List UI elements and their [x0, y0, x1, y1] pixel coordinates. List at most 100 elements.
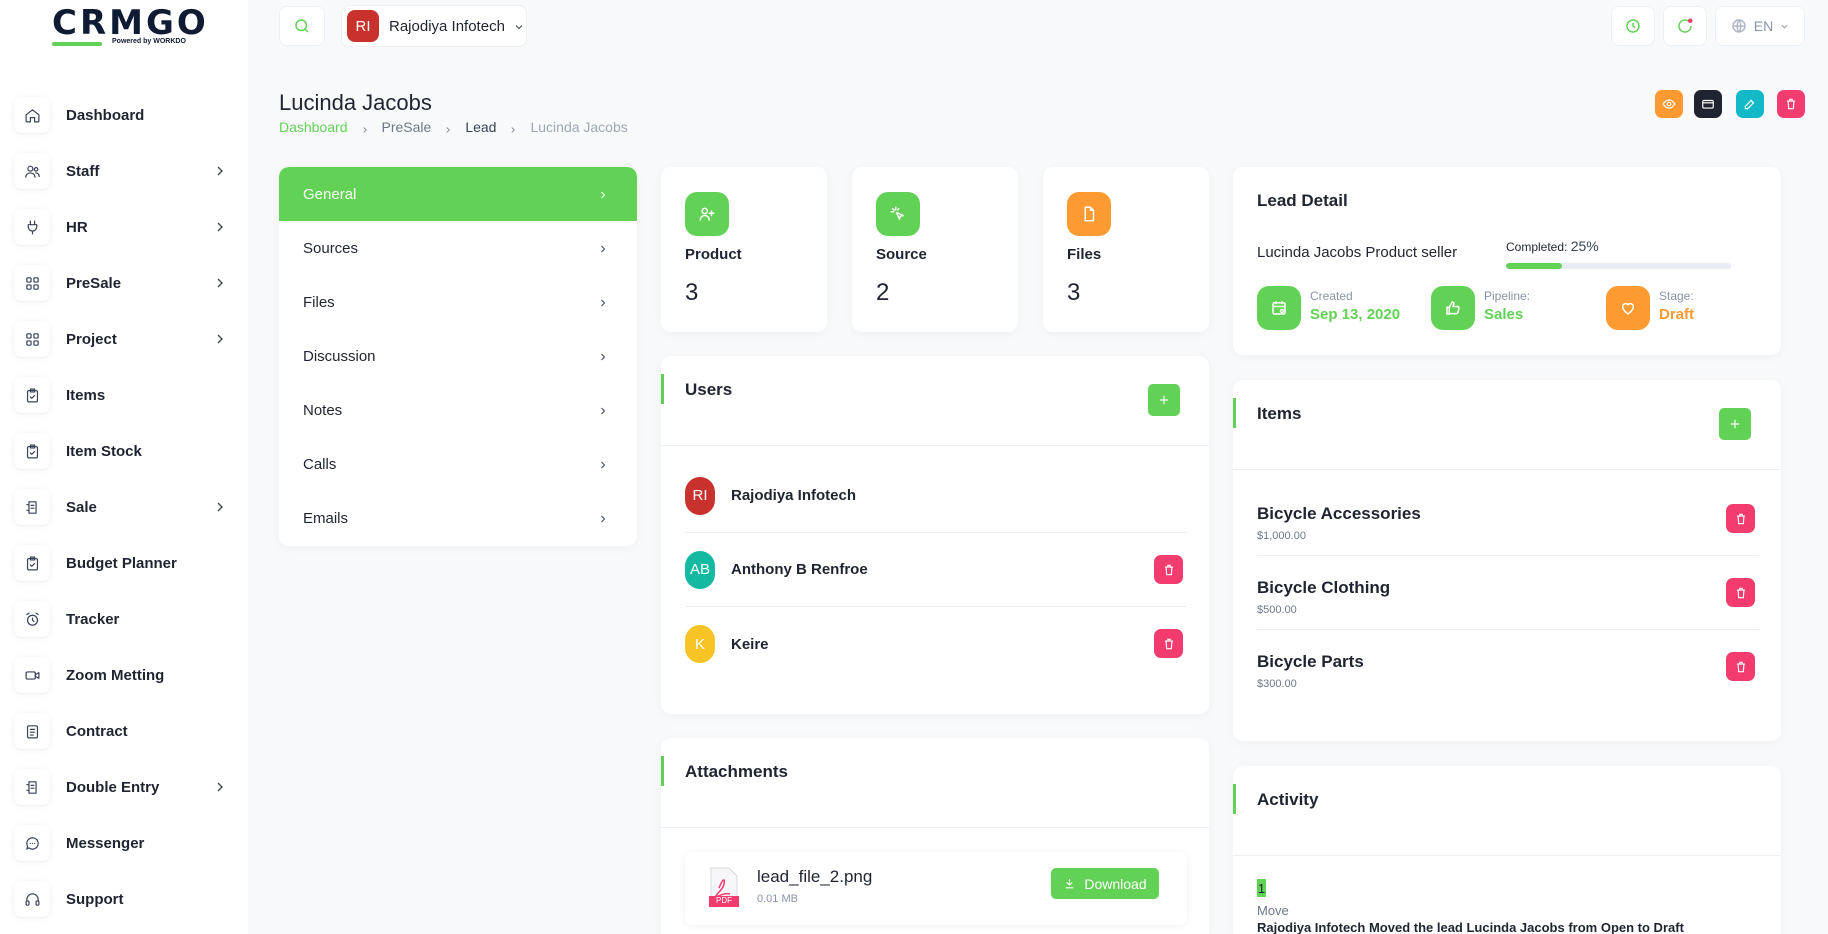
- add-user-button[interactable]: [1148, 384, 1180, 416]
- tab-calls[interactable]: Calls: [279, 437, 637, 491]
- headset-icon: [14, 881, 50, 917]
- sidebar-item-item-stock[interactable]: Item Stock: [14, 423, 234, 479]
- grid-icon: [14, 321, 50, 357]
- stat-card-files: Files 3: [1043, 167, 1209, 332]
- brand-logo[interactable]: CRMGO Powered by WORKDO: [52, 3, 209, 50]
- sidebar-item-double-entry[interactable]: Double Entry: [14, 759, 234, 815]
- sidebar-item-contract[interactable]: Contract: [14, 703, 234, 759]
- breadcrumb: Dashboard PreSale Lead Lucinda Jacobs: [279, 119, 628, 135]
- breadcrumb-current: Lucinda Jacobs: [530, 119, 628, 135]
- lead-description: Lucinda Jacobs Product seller: [1257, 244, 1458, 261]
- eye-icon: [1662, 99, 1676, 109]
- timer-button[interactable]: [1611, 6, 1655, 46]
- chevron-right-icon: [212, 779, 228, 795]
- messages-button[interactable]: [1663, 6, 1707, 46]
- user-row: RI Rajodiya Infotech: [685, 459, 1187, 533]
- file-icon: [1067, 192, 1111, 236]
- delete-user-button[interactable]: [1154, 629, 1183, 658]
- download-icon: [1066, 879, 1074, 889]
- workspace-avatar: RI: [347, 10, 379, 42]
- plug-icon: [14, 209, 50, 245]
- activity-card: Activity 1 Move Rajodiya Infotech Moved …: [1233, 766, 1781, 934]
- delete-button[interactable]: [1777, 90, 1805, 118]
- home-icon: [14, 97, 50, 133]
- avatar: AB: [685, 550, 715, 589]
- chevron-right-icon: [212, 331, 228, 347]
- chevron-down-icon: [1781, 24, 1788, 29]
- tab-sources[interactable]: Sources: [279, 221, 637, 275]
- download-button[interactable]: Download: [1051, 868, 1159, 899]
- tab-general[interactable]: General: [279, 167, 637, 221]
- sidebar-item-label: Project: [66, 330, 117, 348]
- delete-item-button[interactable]: [1726, 578, 1755, 607]
- delete-user-button[interactable]: [1154, 555, 1183, 584]
- pdf-badge-label: PDF: [716, 896, 732, 905]
- delete-item-button[interactable]: [1726, 652, 1755, 681]
- receipt-icon: [14, 489, 50, 525]
- tab-discussion[interactable]: Discussion: [279, 329, 637, 383]
- calendar-icon: [1257, 286, 1301, 330]
- trash-icon: [1164, 638, 1173, 649]
- sidebar-item-label: Sale: [66, 498, 97, 516]
- chat-icon: [14, 825, 50, 861]
- chevron-right-icon: [597, 350, 609, 362]
- chevron-right-icon: [360, 122, 370, 133]
- sidebar-item-items[interactable]: Items: [14, 367, 234, 423]
- add-item-button[interactable]: [1719, 408, 1751, 440]
- breadcrumb-dashboard[interactable]: Dashboard: [279, 119, 348, 135]
- sidebar-item-label: HR: [66, 218, 88, 236]
- item-name: Bicycle Clothing: [1257, 578, 1391, 597]
- pdf-file-icon: PDF: [709, 866, 739, 908]
- sidebar-item-project[interactable]: Project: [14, 311, 234, 367]
- stat-label: Source: [876, 246, 927, 263]
- sidebar-item-budget-planner[interactable]: Budget Planner: [14, 535, 234, 591]
- grid-icon: [14, 265, 50, 301]
- sidebar-item-tracker[interactable]: Tracker: [14, 591, 234, 647]
- tab-emails[interactable]: Emails: [279, 491, 637, 545]
- edit-button[interactable]: [1736, 90, 1764, 118]
- plus-icon: [1159, 395, 1169, 405]
- breadcrumb-presale[interactable]: PreSale: [382, 119, 432, 135]
- chevron-right-icon: [597, 404, 609, 416]
- language-selector[interactable]: EN: [1715, 6, 1805, 46]
- tab-files[interactable]: Files: [279, 275, 637, 329]
- heart-icon: [1606, 286, 1650, 330]
- clipboard-icon: [14, 377, 50, 413]
- trash-icon: [1786, 98, 1796, 110]
- sidebar-item-support[interactable]: Support: [14, 871, 234, 927]
- tab-notes[interactable]: Notes: [279, 383, 637, 437]
- language-label: EN: [1753, 18, 1774, 34]
- sidebar-item-label: Tracker: [66, 610, 120, 628]
- sidebar-item-staff[interactable]: Staff: [14, 143, 234, 199]
- sidebar-item-sale[interactable]: Sale: [14, 479, 234, 535]
- breadcrumb-lead[interactable]: Lead: [465, 119, 496, 135]
- chevron-right-icon: [597, 296, 609, 308]
- stat-card-source: Source 2: [852, 167, 1018, 332]
- sidebar-item-zoom-metting[interactable]: Zoom Metting: [14, 647, 234, 703]
- sidebar-item-messenger[interactable]: Messenger: [14, 815, 234, 871]
- sidebar-item-presale[interactable]: PreSale: [14, 255, 234, 311]
- card-button[interactable]: [1694, 90, 1722, 118]
- completion-percent: 25%: [1570, 238, 1599, 254]
- completion-label: Completed: 25%: [1506, 238, 1599, 254]
- view-button[interactable]: [1655, 90, 1683, 118]
- tab-label: Discussion: [303, 347, 376, 365]
- lead-created: Created Sep 13, 2020: [1257, 286, 1407, 330]
- tab-label: Notes: [303, 401, 343, 419]
- search-button[interactable]: [279, 6, 325, 46]
- delete-item-button[interactable]: [1726, 504, 1755, 533]
- tab-label: Sources: [303, 239, 359, 257]
- sidebar-item-dashboard[interactable]: Dashboard: [14, 87, 234, 143]
- activity-card-title: Activity: [1257, 790, 1319, 809]
- trash-icon: [1736, 513, 1745, 524]
- stat-value: 2: [876, 279, 890, 306]
- sidebar-item-hr[interactable]: HR: [14, 199, 234, 255]
- brand-logo-text: CRMGO: [52, 3, 209, 43]
- workspace-switcher[interactable]: RI Rajodiya Infotech: [341, 5, 527, 47]
- users-card-title: Users: [685, 380, 733, 399]
- lead-pipeline: Pipeline: Sales: [1431, 286, 1581, 330]
- document-icon: [14, 713, 50, 749]
- edit-icon: [1744, 99, 1755, 110]
- attachment-item: PDF lead_file_2.png 0.01 MB Download: [685, 852, 1187, 925]
- created-label: Created: [1310, 289, 1353, 303]
